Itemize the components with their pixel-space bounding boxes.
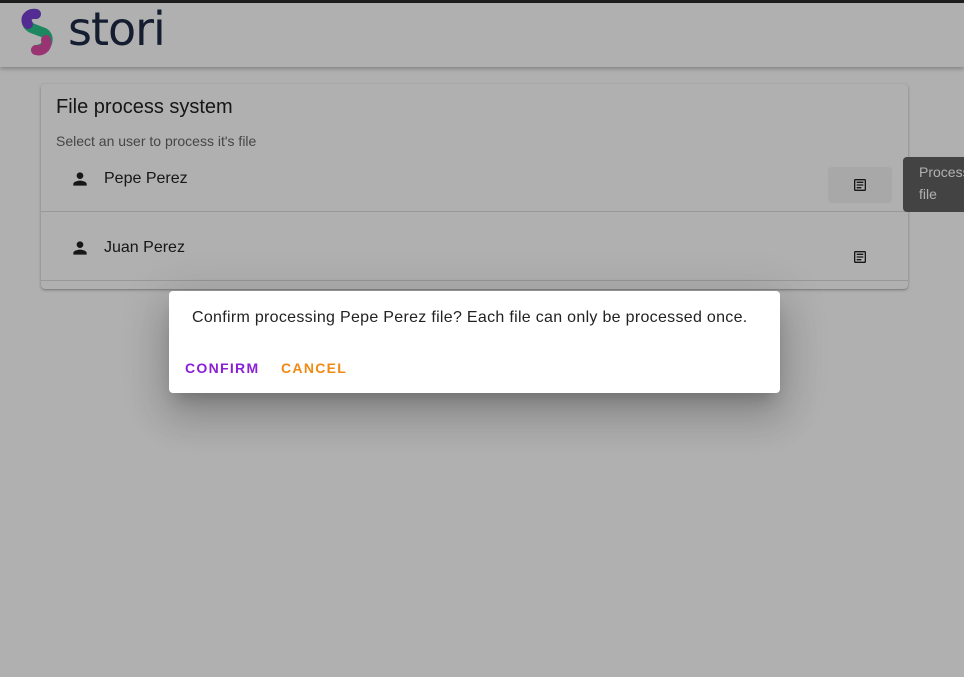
cancel-button[interactable]: CANCEL <box>281 357 347 379</box>
dialog-message: Confirm processing Pepe Perez file? Each… <box>192 309 748 326</box>
confirm-dialog: Confirm processing Pepe Perez file? Each… <box>169 291 780 393</box>
confirm-button[interactable]: CONFIRM <box>185 357 259 379</box>
